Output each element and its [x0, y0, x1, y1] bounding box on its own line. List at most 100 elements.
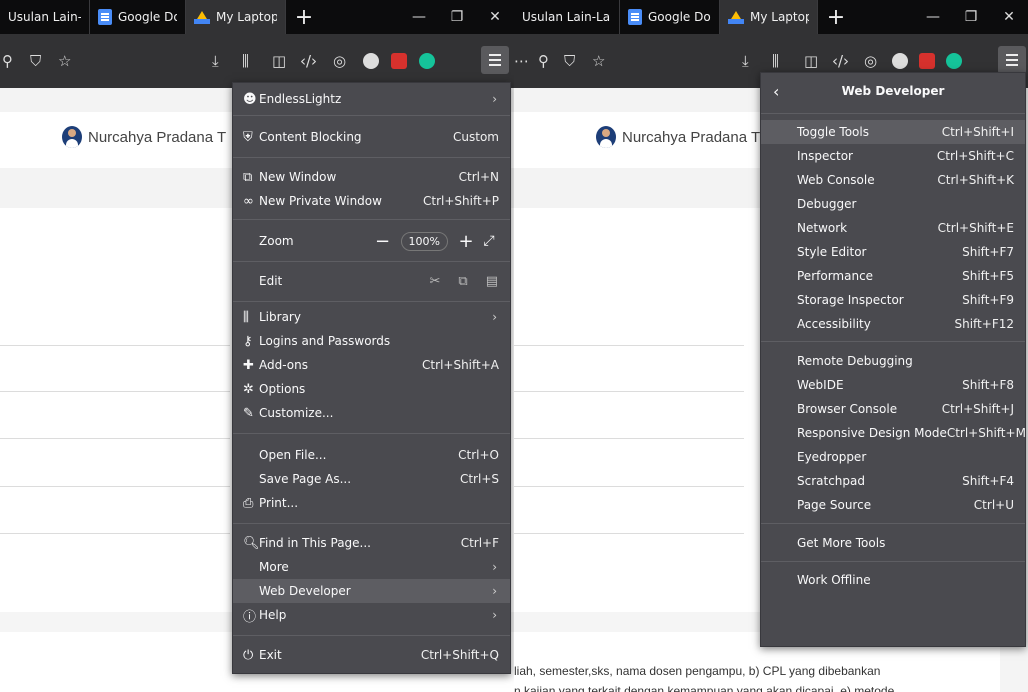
separator: [233, 115, 510, 116]
menu-item-eyedropper[interactable]: Eyedropper: [761, 445, 1025, 469]
menu-item-label: Save Page As...: [259, 472, 352, 486]
menu-item-storage-inspector[interactable]: Storage Inspector Shift+F9: [761, 288, 1025, 312]
menu-item-save-page[interactable]: Save Page As... Ctrl+S: [233, 467, 510, 491]
menu-item-style-editor[interactable]: Style Editor Shift+F7: [761, 240, 1025, 264]
cut-icon[interactable]: ✂: [430, 274, 441, 289]
menu-item-content-blocking[interactable]: ⛨ Content Blocking Custom: [233, 125, 510, 149]
menu-item-work-offline[interactable]: Work Offline: [761, 568, 1025, 592]
menu-item-label: Edit: [259, 274, 283, 288]
bookmark-star-icon[interactable]: ☆: [592, 52, 605, 70]
sync-icon[interactable]: ◎: [864, 52, 877, 70]
menu-item-new-private-window[interactable]: ∞ New Private Window Ctrl+Shift+P: [233, 189, 510, 213]
library-icon[interactable]: ⫼: [242, 52, 249, 70]
copy-icon[interactable]: ⧉: [458, 274, 467, 289]
menu-item-open-file[interactable]: Open File... Ctrl+O: [233, 443, 510, 467]
menu-item-accessibility[interactable]: Accessibility Shift+F12: [761, 312, 1025, 336]
menu-item-logins[interactable]: ⚷ Logins and Passwords: [233, 329, 510, 353]
menu-item-web-console[interactable]: Web Console Ctrl+Shift+K: [761, 168, 1025, 192]
close-icon[interactable]: ✕: [990, 0, 1028, 34]
menu-item-toggle-tools[interactable]: Toggle Tools Ctrl+Shift+I: [761, 120, 1025, 144]
private-mask-icon: ∞: [243, 193, 254, 209]
page-actions-icon[interactable]: ⚲: [538, 52, 549, 70]
sidebar-icon[interactable]: ◫: [272, 52, 286, 70]
hamburger-menu-button[interactable]: [481, 46, 509, 74]
library-icon[interactable]: ⫼: [772, 52, 779, 70]
bookmark-star-icon[interactable]: ☆: [58, 52, 71, 70]
gear-icon: ✲: [243, 381, 254, 397]
chevron-right-icon: ›: [492, 560, 497, 574]
zoom-reset-button[interactable]: 100%: [400, 231, 448, 251]
menu-item-shortcut: Shift+F4: [962, 474, 1014, 488]
close-icon[interactable]: ✕: [476, 0, 514, 34]
menu-item-webide[interactable]: WebIDE Shift+F8: [761, 373, 1025, 397]
menu-item-inspector[interactable]: Inspector Ctrl+Shift+C: [761, 144, 1025, 168]
zoom-out-icon[interactable]: −: [371, 231, 395, 252]
tab-usulan[interactable]: Usulan Lain-Lain: [514, 0, 620, 34]
minimize-icon[interactable]: —: [914, 0, 952, 34]
menu-item-value: Custom: [453, 130, 499, 144]
menu-item-options[interactable]: ✲ Options: [233, 377, 510, 401]
restore-icon[interactable]: ❐: [952, 0, 990, 34]
grammarly-icon[interactable]: [946, 53, 962, 69]
menu-item-debugger[interactable]: Debugger: [761, 192, 1025, 216]
menu-item-web-developer[interactable]: Web Developer ›: [233, 579, 510, 603]
profile-extension-icon[interactable]: [892, 53, 908, 69]
menu-item-profile[interactable]: ☻ EndlessLightz ›: [233, 87, 510, 111]
overflow-dots-icon[interactable]: ⋯: [514, 52, 529, 70]
menu-item-label: Web Developer: [259, 584, 351, 598]
hamburger-menu-button[interactable]: [998, 46, 1026, 74]
tab-my-laptop[interactable]: My Laptop: [186, 0, 286, 34]
dev-tools-icon[interactable]: ‹/›: [832, 52, 849, 70]
menu-item-performance[interactable]: Performance Shift+F5: [761, 264, 1025, 288]
menu-item-page-source[interactable]: Page Source Ctrl+U: [761, 493, 1025, 517]
sync-icon[interactable]: ◎: [333, 52, 346, 70]
menu-item-addons[interactable]: ✚ Add-ons Ctrl+Shift+A: [233, 353, 510, 377]
menu-item-help[interactable]: ⓘ Help ›: [233, 603, 510, 627]
menu-item-browser-console[interactable]: Browser Console Ctrl+Shift+J: [761, 397, 1025, 421]
profile-extension-icon[interactable]: [363, 53, 379, 69]
tab-usulan[interactable]: Usulan Lain-Lain: [0, 0, 90, 34]
profile-avatar-icon: ☻: [243, 91, 257, 107]
menu-item-customize[interactable]: ✎ Customize...: [233, 401, 510, 425]
menu-item-label: WebIDE: [797, 378, 844, 392]
menu-item-network[interactable]: Network Ctrl+Shift+E: [761, 216, 1025, 240]
paste-icon[interactable]: ▤: [486, 274, 498, 289]
menu-item-label: Content Blocking: [259, 130, 362, 144]
menu-item-print[interactable]: ⎙ Print...: [233, 491, 510, 515]
menu-item-shortcut: Ctrl+S: [459, 472, 499, 486]
back-arrow-icon[interactable]: ‹: [761, 82, 791, 101]
pocket-icon[interactable]: ⛉: [30, 52, 41, 70]
separator: [761, 113, 1025, 114]
separator: [233, 635, 510, 636]
pocket-icon[interactable]: ⛉: [564, 52, 575, 70]
separator: [761, 561, 1025, 562]
pen-extension-icon[interactable]: [919, 53, 935, 69]
menu-item-new-window[interactable]: ⧉ New Window Ctrl+N: [233, 165, 510, 189]
new-tab-button[interactable]: +: [286, 0, 322, 34]
menu-item-get-more-tools[interactable]: Get More Tools: [761, 531, 1025, 555]
restore-icon[interactable]: ❐: [438, 0, 476, 34]
fullscreen-icon[interactable]: ⤢: [478, 233, 500, 249]
dev-tools-icon[interactable]: ‹/›: [300, 52, 317, 70]
menu-item-find[interactable]: 🔍︎ Find in This Page... Ctrl+F: [233, 531, 510, 555]
sidebar-icon[interactable]: ◫: [804, 52, 818, 70]
page-actions-icon[interactable]: ⚲: [2, 52, 13, 70]
new-tab-button[interactable]: +: [818, 0, 854, 34]
tab-my-laptop[interactable]: My Laptop: [720, 0, 818, 34]
menu-item-exit[interactable]: ⏻ Exit Ctrl+Shift+Q: [233, 643, 510, 667]
menu-item-zoom: Zoom − 100% + ⤢: [233, 227, 510, 255]
menu-item-scratchpad[interactable]: Scratchpad Shift+F4: [761, 469, 1025, 493]
menu-item-library[interactable]: ⫼ Library ›: [233, 305, 510, 329]
tab-google-docs[interactable]: Google Dokumen: [620, 0, 720, 34]
menu-item-more[interactable]: More ›: [233, 555, 510, 579]
download-icon[interactable]: ⤓: [742, 52, 749, 70]
pen-extension-icon[interactable]: [391, 53, 407, 69]
menu-item-remote-debugging[interactable]: Remote Debugging: [761, 349, 1025, 373]
download-icon[interactable]: ⤓: [212, 52, 219, 70]
menu-item-label: Eyedropper: [797, 450, 867, 464]
tab-google-docs[interactable]: Google Dokumen: [90, 0, 186, 34]
grammarly-icon[interactable]: [419, 53, 435, 69]
menu-item-responsive-design-mode[interactable]: Responsive Design Mode Ctrl+Shift+M: [761, 421, 1026, 445]
minimize-icon[interactable]: —: [400, 0, 438, 34]
zoom-in-icon[interactable]: +: [454, 231, 478, 252]
